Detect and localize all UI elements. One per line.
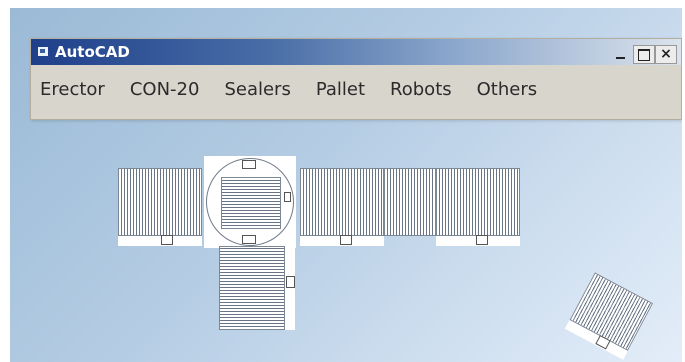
motor-icon [286, 276, 295, 288]
autocad-window[interactable]: AutoCAD × Erector CON-20 Sealers Pallet … [30, 38, 682, 120]
roller-bed [219, 246, 285, 330]
menu-item-erector[interactable]: Erector [39, 77, 106, 102]
app-icon [38, 47, 48, 56]
sensor-icon [284, 192, 291, 202]
conveyor-block-vertical[interactable] [219, 246, 295, 330]
roller-bed [221, 177, 281, 229]
motor-icon [476, 235, 488, 245]
roller-bed [569, 272, 654, 351]
clamp-icon [242, 235, 256, 244]
conveyor-block-2[interactable] [300, 168, 384, 246]
menu-item-sealers[interactable]: Sealers [223, 77, 291, 102]
menu-item-con-20[interactable]: CON-20 [129, 77, 201, 102]
roller-bed [300, 168, 384, 236]
conveyor-block-1[interactable] [118, 168, 202, 246]
minimize-button[interactable] [611, 45, 631, 62]
clamp-icon [242, 160, 256, 169]
window-title: AutoCAD [55, 43, 130, 61]
menu-bar: Erector CON-20 Sealers Pallet Robots Oth… [31, 71, 681, 107]
conveyor-block-rotated[interactable] [564, 272, 654, 360]
motor-icon [161, 235, 173, 245]
menu-item-pallet[interactable]: Pallet [315, 77, 366, 102]
maximize-button[interactable] [633, 45, 655, 64]
turntable-block[interactable] [204, 156, 296, 248]
close-button[interactable]: × [655, 45, 677, 64]
turntable-disk [206, 158, 294, 246]
desktop-background: AutoCAD × Erector CON-20 Sealers Pallet … [10, 8, 682, 362]
roller-bed [118, 168, 202, 236]
menu-item-robots[interactable]: Robots [389, 77, 453, 102]
roller-bed [436, 168, 520, 236]
roller-bed [384, 168, 436, 236]
title-bar[interactable]: AutoCAD × [31, 39, 681, 65]
menu-item-others[interactable]: Others [476, 77, 539, 102]
conveyor-block-3[interactable] [384, 168, 436, 236]
motor-icon [340, 235, 352, 245]
conveyor-block-4[interactable] [436, 168, 520, 246]
